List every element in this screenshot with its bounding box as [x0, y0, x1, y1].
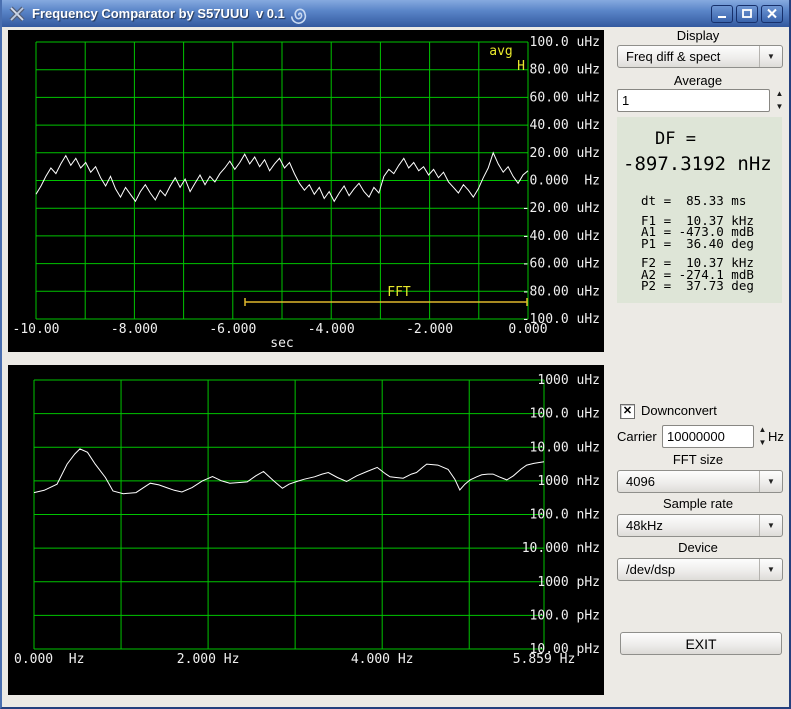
display-label: Display: [676, 28, 720, 43]
y-tick-label: 1000 pHz: [537, 575, 600, 590]
y-tick-label: 10.00 uHz: [530, 440, 600, 455]
x-tick-label: -4.000: [308, 322, 355, 337]
y-tick-label: 100.0 pHz: [530, 608, 600, 623]
window-title: Frequency Comparator by S57UUU v 0.1: [32, 6, 285, 21]
display-select[interactable]: Freq diff & spect ▼: [617, 45, 783, 68]
fft-size-select[interactable]: 4096 ▼: [617, 470, 783, 493]
y-tick-label: -60.00 uHz: [522, 257, 600, 272]
x-tick-label: 0.000: [508, 322, 547, 337]
y-tick-label: -20.00 uHz: [522, 201, 600, 216]
minimize-button[interactable]: [711, 4, 733, 23]
sample-rate-select[interactable]: 48kHz ▼: [617, 514, 783, 537]
avg-annotation: avg: [489, 44, 512, 59]
device-label: Device: [678, 540, 718, 555]
carrier-label: Carrier: [617, 429, 657, 444]
downconvert-checkbox[interactable]: ✕: [620, 404, 635, 419]
chevron-down-icon: ▼: [759, 515, 782, 536]
readout-line: P2 = 37.73 deg: [641, 278, 754, 293]
maximize-button[interactable]: [736, 4, 758, 23]
y-tick-label: 100.0 uHz: [530, 35, 600, 50]
close-button[interactable]: [761, 4, 783, 23]
y-tick-label: 10.000 nHz: [522, 541, 600, 556]
chevron-down-icon: ▼: [759, 559, 782, 580]
y-tick-label: 1000 nHz: [537, 474, 600, 489]
downconvert-label: Downconvert: [641, 403, 717, 418]
maximize-icon: [742, 9, 752, 18]
spectrum-plot: 1000 uHz 100.0 uHz 10.00 uHz 1000 nHz 100.0 …: [8, 365, 604, 695]
y-tick-label: 1000 uHz: [537, 373, 600, 388]
x11-app-icon: [9, 5, 25, 22]
device-value: /dev/dsp: [626, 562, 676, 577]
h-marker-annotation: H: [517, 59, 525, 74]
df-label: DF =: [655, 129, 696, 149]
carrier-input[interactable]: [662, 425, 754, 448]
spin-down-icon[interactable]: ▼: [773, 102, 786, 112]
signal-readout-lines: dt = 85.33 ms F1 = 10.37 kHz A1 = -473.0 m…: [641, 195, 754, 292]
y-tick-label: 80.00 uHz: [530, 63, 600, 78]
fft-size-label: FFT size: [672, 452, 724, 467]
y-tick-label: 100.0 uHz: [530, 407, 600, 422]
df-value: -897.3192 nHz: [623, 153, 772, 175]
carrier-unit-label: Hz: [768, 429, 784, 444]
readout-line: P1 = 36.40 deg: [641, 235, 754, 251]
sample-rate-label: Sample rate: [662, 496, 734, 511]
x-axis-label: sec: [270, 336, 293, 351]
fft-size-value: 4096: [626, 474, 655, 489]
app-window: Frequency Comparator by S57UUU v 0.1 100…: [0, 0, 791, 709]
y-tick-label: -80.00 uHz: [522, 284, 600, 299]
chevron-down-icon: ▼: [759, 46, 782, 67]
minimize-icon: [718, 15, 726, 18]
average-stepper[interactable]: ▲ ▼: [773, 89, 786, 112]
x-tick-label: -2.000: [406, 322, 453, 337]
spectrum-plot-canvas: 1000 uHz 100.0 uHz 10.00 uHz 1000 nHz 100.0 …: [14, 373, 600, 667]
readout-line: dt = 85.33 ms: [641, 193, 747, 208]
x-tick-label: 0.000 Hz: [14, 652, 84, 667]
average-label: Average: [673, 73, 723, 88]
frequency-difference-plot: 100.0 uHz 80.00 uHz 60.00 uHz 40.00 uHz 20.0…: [8, 30, 604, 352]
x-tick-label: -6.000: [209, 322, 256, 337]
fft-annotation: FFT: [387, 285, 411, 300]
spiral-icon: [290, 8, 306, 24]
time-plot-canvas: 100.0 uHz 80.00 uHz 60.00 uHz 40.00 uHz 20.0…: [13, 35, 600, 351]
title-bar: Frequency Comparator by S57UUU v 0.1: [2, 0, 789, 27]
x-tick-label: 2.000 Hz: [177, 652, 240, 667]
x-tick-label: -8.000: [111, 322, 158, 337]
checkbox-x-mark: ✕: [622, 405, 633, 417]
x-tick-label: 4.000 Hz: [351, 652, 414, 667]
close-icon: [767, 8, 777, 19]
sample-rate-value: 48kHz: [626, 518, 663, 533]
measurement-readout: DF = -897.3192 nHz dt = 85.33 ms F1 = 10.…: [617, 117, 782, 303]
y-tick-label: 20.00 uHz: [530, 146, 600, 161]
y-tick-label: -40.00 uHz: [522, 229, 600, 244]
spin-up-icon[interactable]: ▲: [773, 89, 786, 99]
y-tick-label: 100.0 nHz: [530, 508, 600, 523]
average-input[interactable]: [617, 89, 770, 112]
y-tick-label: 40.00 uHz: [530, 118, 600, 133]
exit-button[interactable]: EXIT: [620, 632, 782, 655]
chevron-down-icon: ▼: [759, 471, 782, 492]
device-select[interactable]: /dev/dsp ▼: [617, 558, 783, 581]
y-tick-label: 60.00 uHz: [530, 90, 600, 105]
spectrum-trace: [33, 448, 545, 495]
x-tick-label: -10.00: [13, 322, 60, 337]
x-tick-label: 5.859 Hz: [513, 652, 576, 667]
y-tick-label: 0.000 Hz: [530, 174, 600, 189]
display-select-value: Freq diff & spect: [626, 49, 721, 64]
